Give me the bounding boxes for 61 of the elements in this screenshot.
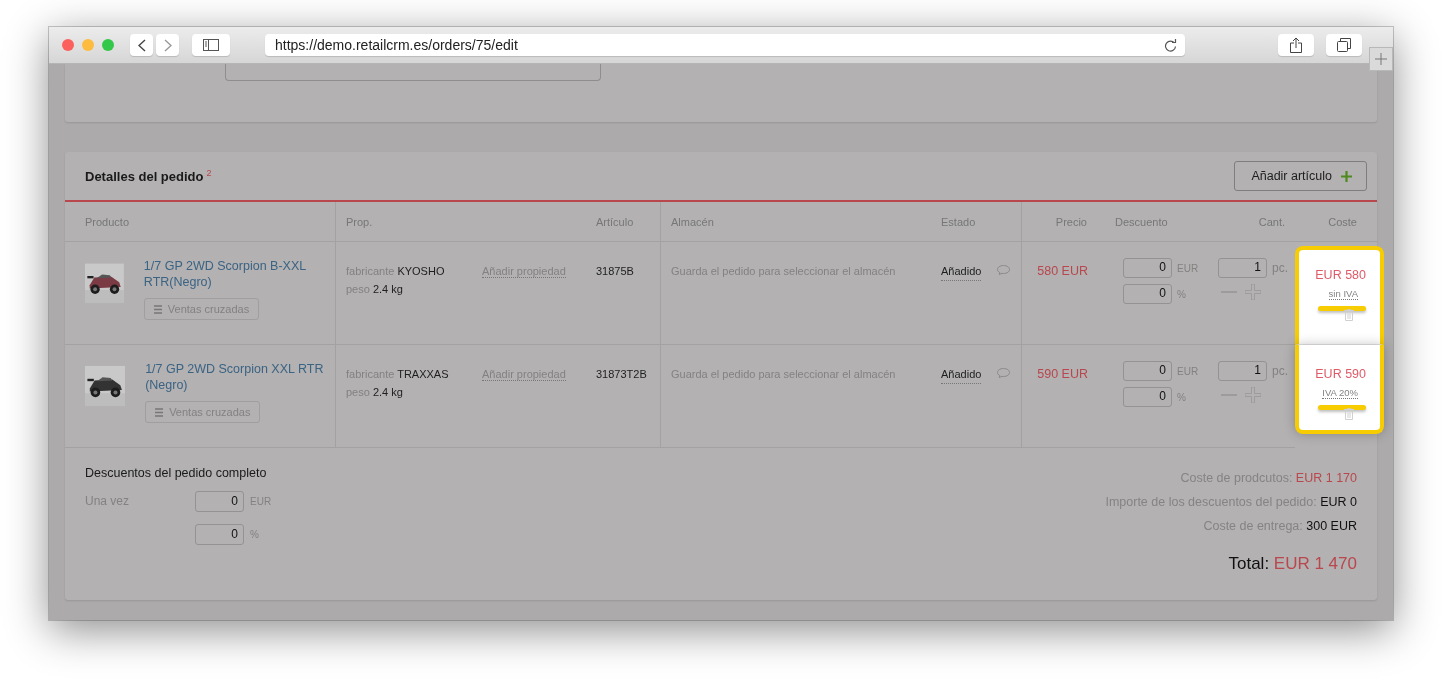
percent-label: % [250,528,259,540]
status-link[interactable]: Añadido [941,365,982,384]
sku-text: 31875B [596,265,634,277]
tax-link[interactable]: IVA 20% [1322,387,1358,399]
tax-link[interactable]: sin IVA [1328,288,1358,300]
add-item-button[interactable]: Añadir artículo [1234,161,1367,191]
column-header: Artículo [590,202,660,242]
column-header: Descuento [1095,202,1205,242]
cost-text: EUR 580 [1314,267,1366,284]
percent-label: % [1177,288,1186,300]
column-header: Cant. [1205,202,1295,242]
tabs-button[interactable] [1326,34,1362,56]
list-icon [155,407,164,417]
discount-field[interactable]: 0 [195,490,244,512]
discount-field[interactable]: 0 [1123,284,1172,304]
grand-total: Total: EUR 1 470 [1227,553,1357,575]
trash-icon[interactable] [1344,309,1354,321]
input-field[interactable] [225,64,601,81]
status-link[interactable]: Añadido [941,262,982,281]
share-button[interactable] [1278,34,1314,56]
column-header: Estado [935,202,1021,242]
discount-field[interactable]: 0 [1123,361,1172,381]
discount-field[interactable]: 0 [1123,387,1172,407]
new-tab-button[interactable] [1369,47,1393,71]
plus-icon [1375,53,1387,65]
minimize-icon[interactable] [82,39,94,51]
column-header: Coste [1295,202,1377,242]
quantity-field[interactable]: 1 [1218,361,1267,381]
close-icon[interactable] [62,39,74,51]
column-header: Prop. [335,202,590,242]
chevron-right-icon [163,38,172,52]
share-icon [1290,37,1302,53]
price-text: 590 EUR [1037,367,1088,381]
highlight-mark [1318,306,1366,311]
plus-icon [1341,170,1352,182]
quantity-field[interactable]: 1 [1218,258,1267,278]
reload-icon[interactable] [1164,38,1177,52]
highlight-mark [1318,405,1366,410]
url-text: https://demo.retailcrm.es/orders/75/edit [275,37,518,53]
sidebar-icon [203,39,219,51]
address-bar[interactable]: https://demo.retailcrm.es/orders/75/edit [265,34,1185,56]
comment-icon[interactable] [997,265,1011,275]
column-header: Precio [1021,202,1095,242]
trash-icon[interactable] [1344,408,1354,420]
tabs-icon [1337,38,1351,52]
sku-text: 31873T2B [596,368,647,380]
back-button[interactable] [130,34,153,56]
percent-label: % [1177,391,1186,403]
list-icon [153,304,162,314]
section-title: Descuentos del pedido completo [85,466,268,480]
chevron-left-icon [137,38,146,52]
comment-icon[interactable] [997,368,1011,378]
maximize-icon[interactable] [102,39,114,51]
discount-field[interactable]: 0 [195,523,244,545]
section-title: Detalles del pedido $^{2}$ [85,167,212,185]
column-header: Producto [65,202,335,242]
discount-field[interactable]: 0 [1123,258,1172,278]
column-header: Almacén [660,202,935,242]
price-text: 580 EUR [1037,264,1088,278]
cost-text: EUR 590 [1314,366,1366,383]
sidebar-button[interactable] [192,34,230,56]
